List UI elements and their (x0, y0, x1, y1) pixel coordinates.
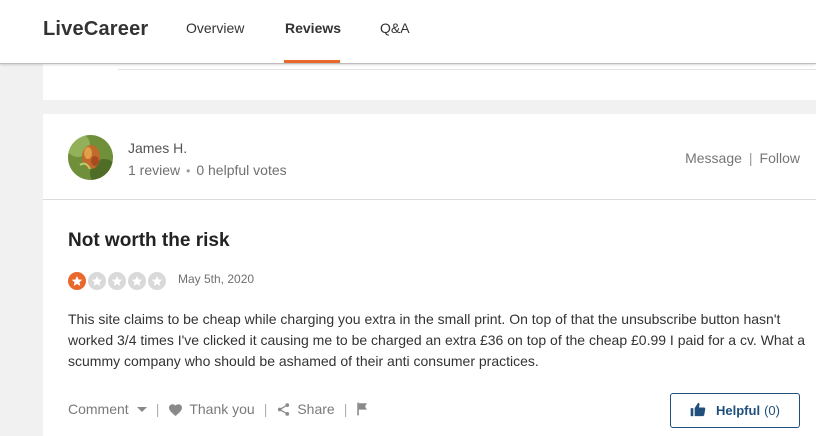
review-title: Not worth the risk (68, 230, 230, 251)
report-button[interactable] (356, 402, 375, 416)
author-actions: Message | Follow (685, 150, 800, 166)
comment-button[interactable]: Comment (68, 401, 147, 417)
previous-review-card (43, 64, 816, 100)
author-stats: 1 review • 0 helpful votes (128, 162, 287, 178)
tab-qa[interactable]: Q&A (380, 20, 410, 36)
footer-separator: | (343, 401, 348, 417)
review-count: 1 review (128, 162, 181, 178)
site-header: LiveCareer Overview Reviews Q&A (0, 0, 816, 64)
follow-link[interactable]: Follow (760, 150, 800, 166)
thumbs-up-icon (690, 402, 706, 420)
active-tab-indicator (284, 60, 340, 63)
chevron-down-icon (136, 406, 147, 412)
star-icon (148, 272, 166, 290)
footer-separator: | (155, 401, 160, 417)
star-icon (128, 272, 146, 290)
brand-logo[interactable]: LiveCareer (43, 18, 148, 41)
helpful-count: (0) (764, 403, 780, 418)
star-icon (88, 272, 106, 290)
comment-label: Comment (68, 401, 129, 417)
star-icon (108, 272, 126, 290)
star-rating (68, 272, 166, 290)
avatar[interactable] (68, 135, 113, 180)
action-separator: | (748, 150, 753, 166)
author-divider (43, 199, 816, 200)
review-date: May 5th, 2020 (178, 272, 255, 286)
meta-separator: • (186, 164, 191, 178)
review-footer-actions: Comment | Thank you | Share | (68, 401, 375, 417)
footer-separator: | (263, 401, 268, 417)
flag-icon (356, 402, 369, 416)
helpful-votes-count: 0 helpful votes (196, 162, 287, 178)
helpful-button[interactable]: Helpful (0) (670, 393, 800, 428)
star-icon (68, 272, 86, 290)
share-icon (276, 402, 291, 417)
helpful-label: Helpful (716, 403, 761, 418)
review-card: James H. 1 review • 0 helpful votes Messag… (43, 114, 816, 436)
share-label: Share (297, 401, 335, 417)
review-body: This site claims to be cheap while charg… (68, 311, 806, 369)
share-button[interactable]: Share (276, 401, 335, 417)
thank-you-label: Thank you (189, 401, 255, 417)
card-divider (118, 69, 816, 70)
message-link[interactable]: Message (685, 150, 742, 166)
tab-reviews[interactable]: Reviews (285, 20, 341, 36)
thank-you-button[interactable]: Thank you (168, 401, 255, 417)
heart-icon (168, 403, 183, 416)
tab-overview[interactable]: Overview (186, 20, 244, 36)
author-name[interactable]: James H. (128, 140, 187, 156)
